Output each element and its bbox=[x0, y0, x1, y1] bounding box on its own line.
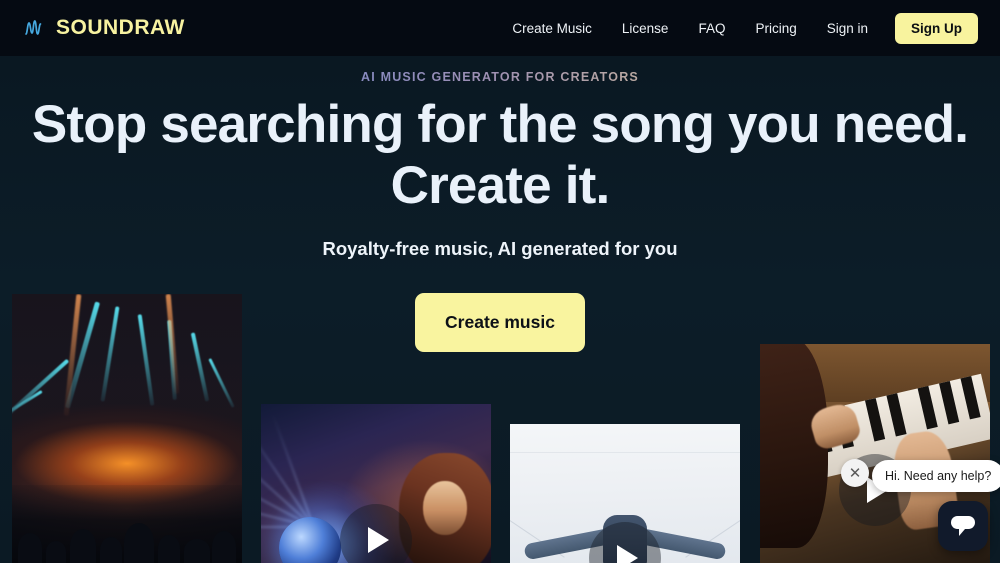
hero-eyebrow: AI MUSIC GENERATOR FOR CREATORS bbox=[0, 70, 1000, 84]
crowd-silhouette bbox=[12, 485, 242, 563]
main-navigation: Create Music License FAQ Pricing Sign in… bbox=[497, 12, 978, 44]
close-icon: ✕ bbox=[848, 464, 862, 482]
disco-ball bbox=[279, 517, 341, 563]
hero-subtitle: Royalty-free music, AI generated for you bbox=[322, 238, 678, 259]
nav-sign-in[interactable]: Sign in bbox=[812, 21, 883, 36]
video-thumbnail-disco[interactable] bbox=[261, 404, 491, 563]
video-thumbnail-concert[interactable] bbox=[12, 294, 242, 563]
logo[interactable]: SOUNDRAW bbox=[24, 16, 185, 40]
nav-create-music[interactable]: Create Music bbox=[497, 21, 607, 36]
hair bbox=[760, 344, 828, 548]
play-icon bbox=[368, 527, 389, 553]
video-thumbnail-studio[interactable] bbox=[510, 424, 740, 563]
waveform-icon bbox=[25, 20, 42, 35]
page-title: Stop searching for the song you need. Cr… bbox=[0, 94, 1000, 217]
sign-up-button[interactable]: Sign Up bbox=[895, 12, 978, 44]
logo-text: SOUNDRAW bbox=[56, 16, 185, 39]
nav-license[interactable]: License bbox=[607, 21, 684, 36]
chat-greeting-message[interactable]: Hi. Need any help? bbox=[872, 460, 1000, 492]
face bbox=[423, 481, 467, 535]
play-icon bbox=[617, 545, 638, 563]
chat-launcher-button[interactable] bbox=[938, 501, 988, 551]
chat-close-button[interactable]: ✕ bbox=[841, 459, 869, 487]
nav-faq[interactable]: FAQ bbox=[683, 21, 740, 36]
headline-line-1: Stop searching for the song you need. bbox=[31, 95, 969, 154]
nav-pricing[interactable]: Pricing bbox=[740, 21, 811, 36]
site-header: SOUNDRAW Create Music License FAQ Pricin… bbox=[0, 0, 1000, 56]
soundraw-landing-page: SOUNDRAW Create Music License FAQ Pricin… bbox=[0, 0, 1000, 563]
headline-line-2: Create it. bbox=[390, 156, 611, 216]
chat-bubble-icon bbox=[951, 516, 975, 536]
concert-artwork bbox=[12, 294, 242, 563]
create-music-button[interactable]: Create music bbox=[415, 293, 585, 352]
